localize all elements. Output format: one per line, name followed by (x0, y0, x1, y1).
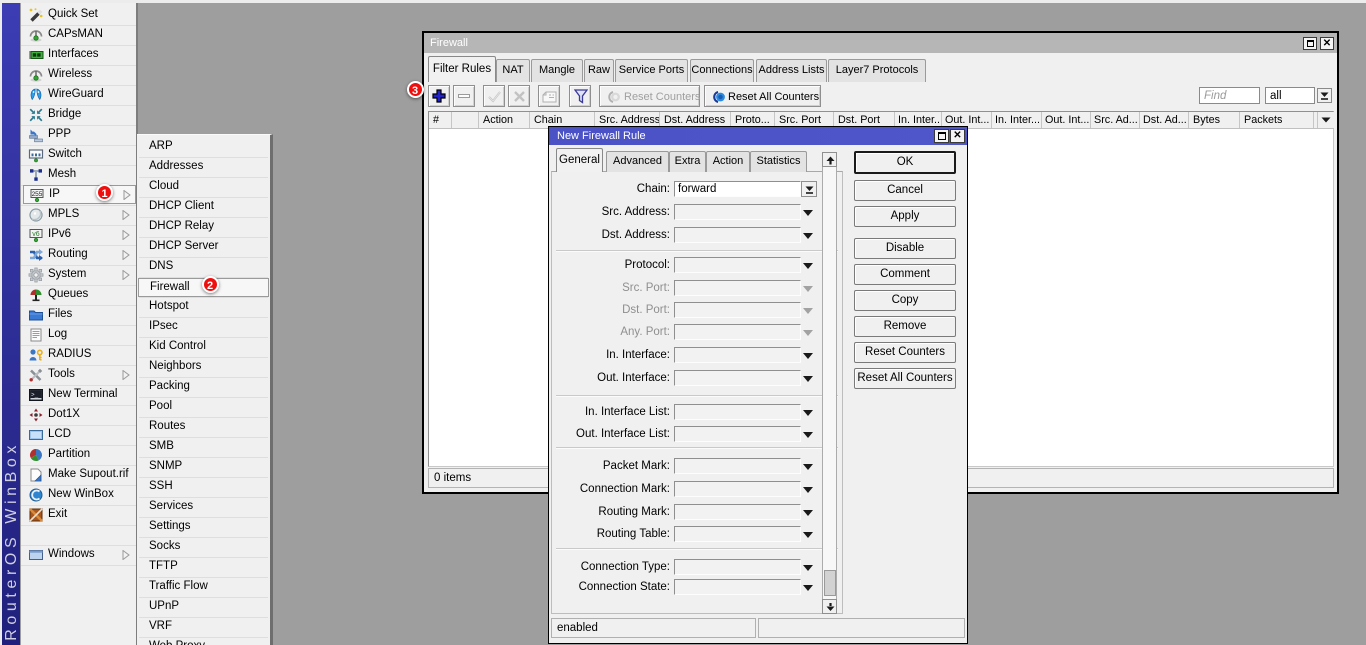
svg-text:v6: v6 (32, 231, 40, 238)
svg-text:255: 255 (32, 191, 43, 198)
svg-text:>_: >_ (31, 391, 39, 398)
